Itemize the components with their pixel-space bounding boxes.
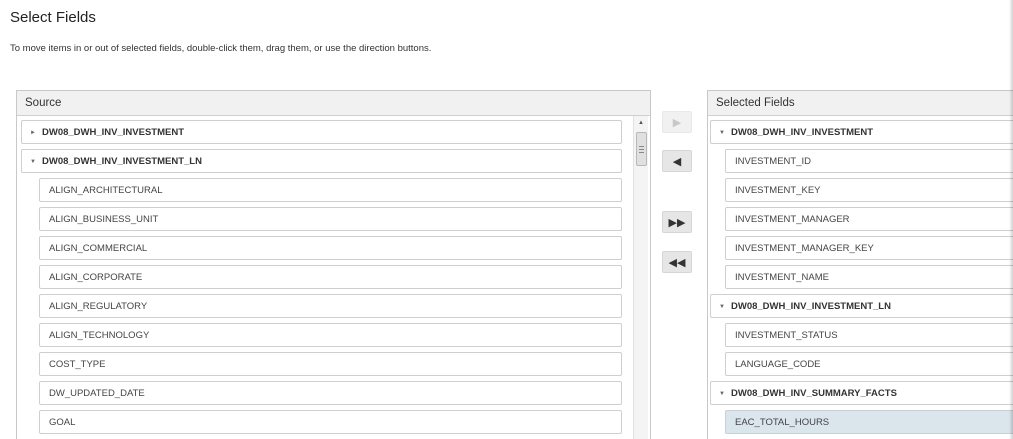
selected-panel-header: Selected Fields (708, 91, 1013, 116)
select-fields-dialog: Select Fields To move items in or out of… (0, 0, 1013, 439)
source-group-label: DW08_DWH_INV_INVESTMENT_LN (42, 156, 202, 167)
scroll-up-arrow-icon[interactable]: ▲ (634, 116, 648, 130)
caret-down-icon[interactable]: ▼ (719, 121, 731, 145)
caret-down-icon[interactable]: ▼ (30, 150, 42, 174)
selected-field-row-highlighted[interactable]: EAC_TOTAL_HOURS (725, 410, 1013, 434)
selected-field-row[interactable]: INVESTMENT_MANAGER_KEY (725, 236, 1013, 260)
selected-group-label: DW08_DWH_INV_SUMMARY_FACTS (731, 388, 897, 399)
source-field-row[interactable]: COST_TYPE (39, 352, 622, 376)
grip-line-icon (639, 149, 644, 150)
source-field-row[interactable]: ALIGN_BUSINESS_UNIT (39, 207, 622, 231)
source-field-row[interactable]: ALIGN_TECHNOLOGY (39, 323, 622, 347)
selected-group-label: DW08_DWH_INV_INVESTMENT (731, 127, 873, 138)
source-field-row[interactable]: ALIGN_REGULATORY (39, 294, 622, 318)
page-title: Select Fields (10, 9, 96, 26)
selected-field-row[interactable]: LANGUAGE_CODE (725, 352, 1013, 376)
source-field-row[interactable]: ALIGN_CORPORATE (39, 265, 622, 289)
source-panel-header: Source (17, 91, 650, 116)
window-edge-shadow (1009, 0, 1013, 439)
source-field-row[interactable]: DW_UPDATED_DATE (39, 381, 622, 405)
source-panel: Source ► DW08_DWH_INV_INVESTMENT ▼ DW08_DW… (16, 90, 651, 439)
selected-fields-panel: Selected Fields ▼ DW08_DWH_INV_INVESTMENT… (707, 90, 1013, 439)
instructions-text: To move items in or out of selected fiel… (10, 43, 432, 54)
selected-group-row[interactable]: ▼ DW08_DWH_INV_INVESTMENT (710, 120, 1013, 144)
selected-group-label: DW08_DWH_INV_INVESTMENT_LN (731, 301, 891, 312)
grip-line-icon (639, 146, 644, 147)
caret-right-icon[interactable]: ► (30, 121, 42, 145)
source-group-row[interactable]: ▼ DW08_DWH_INV_INVESTMENT_LN (21, 149, 622, 173)
source-field-row[interactable]: ALIGN_ARCHITECTURAL (39, 178, 622, 202)
source-list[interactable]: ► DW08_DWH_INV_INVESTMENT ▼ DW08_DWH_INV_I… (17, 116, 650, 434)
selected-group-row[interactable]: ▼ DW08_DWH_INV_SUMMARY_FACTS (710, 381, 1013, 405)
caret-down-icon[interactable]: ▼ (719, 382, 731, 406)
selected-field-row[interactable]: INVESTMENT_ID (725, 149, 1013, 173)
scroll-thumb[interactable] (636, 132, 647, 166)
source-field-row[interactable]: GOAL (39, 410, 622, 434)
source-field-row[interactable]: ALIGN_COMMERCIAL (39, 236, 622, 260)
caret-down-icon[interactable]: ▼ (719, 295, 731, 319)
move-all-left-button[interactable]: ◀◀ (662, 251, 692, 273)
grip-line-icon (639, 152, 644, 153)
source-group-label: DW08_DWH_INV_INVESTMENT (42, 127, 184, 138)
move-right-button[interactable]: ▶ (662, 111, 692, 133)
selected-field-row[interactable]: INVESTMENT_NAME (725, 265, 1013, 289)
source-scrollbar[interactable]: ▲ (633, 116, 648, 439)
source-group-row[interactable]: ► DW08_DWH_INV_INVESTMENT (21, 120, 622, 144)
selected-field-row[interactable]: INVESTMENT_MANAGER (725, 207, 1013, 231)
selected-field-row[interactable]: INVESTMENT_KEY (725, 178, 1013, 202)
selected-list[interactable]: ▼ DW08_DWH_INV_INVESTMENT INVESTMENT_ID I… (708, 116, 1013, 434)
move-left-button[interactable]: ◀ (662, 150, 692, 172)
selected-field-row[interactable]: INVESTMENT_STATUS (725, 323, 1013, 347)
move-all-right-button[interactable]: ▶▶ (662, 211, 692, 233)
selected-group-row[interactable]: ▼ DW08_DWH_INV_INVESTMENT_LN (710, 294, 1013, 318)
